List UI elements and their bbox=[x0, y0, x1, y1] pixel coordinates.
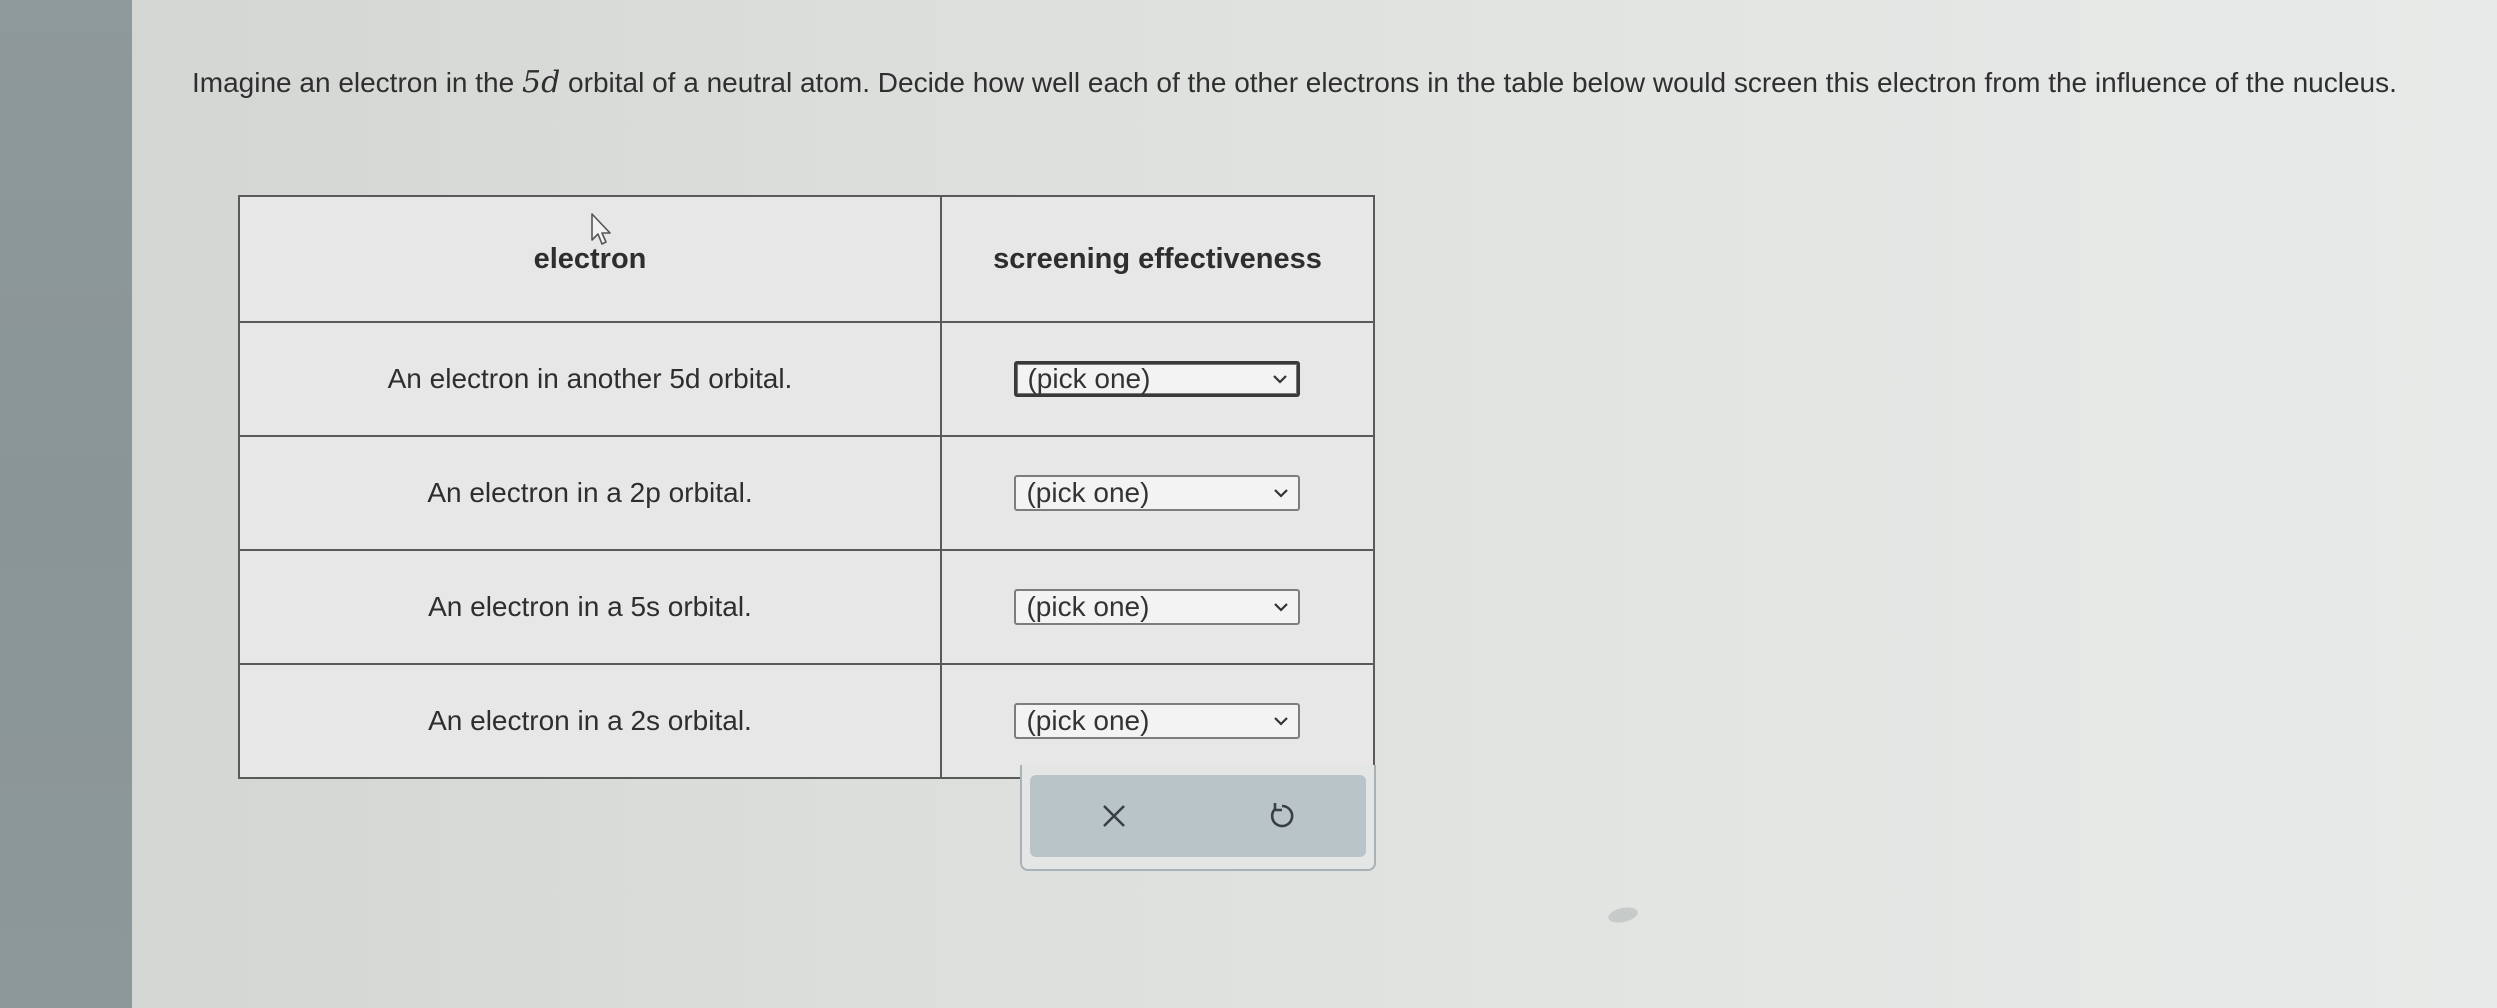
question-text: Imagine an electron in the 5d orbital of… bbox=[192, 62, 2412, 104]
select-value: (pick one) bbox=[1027, 363, 1151, 394]
select-value: (pick one) bbox=[1026, 705, 1150, 736]
question-text-after: orbital of a neutral atom. Decide how we… bbox=[560, 67, 2397, 98]
select-value: (pick one) bbox=[1026, 591, 1150, 622]
chevron-down-icon bbox=[1273, 375, 1288, 384]
chevron-down-icon bbox=[1274, 603, 1289, 612]
electron-cell: An electron in another 5d orbital. bbox=[238, 321, 942, 437]
chevron-down-icon bbox=[1274, 717, 1289, 726]
screening-select-2p[interactable]: (pick one) bbox=[1014, 475, 1301, 511]
electron-cell: An electron in a 5s orbital. bbox=[238, 549, 942, 665]
table-header-row: electron screening effectiveness bbox=[238, 195, 1376, 323]
screening-select-2s[interactable]: (pick one) bbox=[1014, 703, 1301, 739]
undo-icon bbox=[1270, 803, 1294, 828]
electron-cell: An electron in a 2s orbital. bbox=[238, 663, 942, 779]
table-row: An electron in a 5s orbital. (pick one) bbox=[238, 549, 1376, 665]
selection-cell: (pick one) bbox=[939, 549, 1376, 665]
undo-button[interactable] bbox=[1242, 781, 1322, 851]
mouse-pointer-icon bbox=[591, 213, 611, 245]
selection-cell: (pick one) bbox=[939, 435, 1376, 551]
selection-cell: (pick one) bbox=[939, 321, 1376, 437]
answer-toolbar bbox=[1020, 765, 1376, 871]
answer-toolbar-inner bbox=[1030, 775, 1366, 857]
screening-select-5s[interactable]: (pick one) bbox=[1014, 589, 1301, 625]
screening-table: electron screening effectiveness An elec… bbox=[238, 195, 1376, 779]
chevron-down-icon bbox=[1274, 489, 1289, 498]
orbital-math: 5d bbox=[521, 65, 561, 100]
electron-cell: An electron in a 2p orbital. bbox=[238, 435, 942, 551]
table-row: An electron in another 5d orbital. (pick… bbox=[238, 321, 1376, 437]
close-icon bbox=[1103, 805, 1125, 827]
clear-button[interactable] bbox=[1074, 781, 1154, 851]
table-row: An electron in a 2s orbital. (pick one) bbox=[238, 663, 1376, 779]
question-text-before: Imagine an electron in the bbox=[192, 67, 522, 98]
table-row: An electron in a 2p orbital. (pick one) bbox=[238, 435, 1376, 551]
left-margin-strip bbox=[0, 0, 132, 1008]
selection-cell: (pick one) bbox=[939, 663, 1376, 779]
screening-select-5d[interactable]: (pick one) bbox=[1014, 361, 1301, 397]
select-value: (pick one) bbox=[1026, 477, 1150, 508]
header-screening-effectiveness: screening effectiveness bbox=[939, 195, 1376, 323]
